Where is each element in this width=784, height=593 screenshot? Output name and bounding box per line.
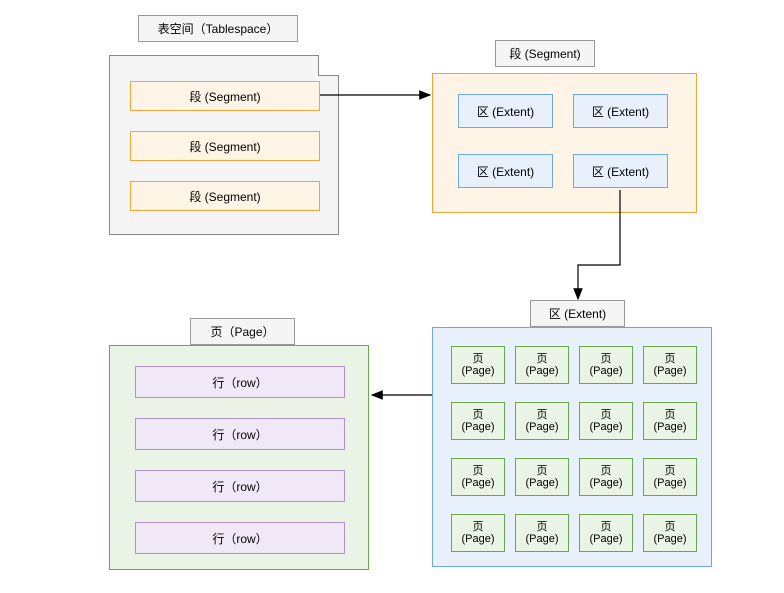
page-item: 页(Page) [579,346,633,384]
page-label-top: 页 [665,409,676,421]
page-label-bottom: (Page) [525,533,558,545]
page-label-top: 页 [601,521,612,533]
page-label-bottom: (Page) [461,365,494,377]
extent-item: 区 (Extent) [573,154,668,188]
row-item: 行（row） [135,366,345,398]
page-item: 页(Page) [515,514,569,552]
page-item: 页(Page) [515,458,569,496]
row-item: 行（row） [135,522,345,554]
page-label-bottom: (Page) [461,421,494,433]
page-item: 页(Page) [451,346,505,384]
page-label-top: 页 [601,465,612,477]
page-label-bottom: (Page) [653,533,686,545]
page-label-top: 页 [473,409,484,421]
page-label-bottom: (Page) [461,477,494,489]
page-item: 页(Page) [579,402,633,440]
page-label-top: 页 [665,465,676,477]
tablespace-title: 表空间（Tablespace） [138,15,298,42]
page-label-top: 页 [665,353,676,365]
page-label-bottom: (Page) [589,533,622,545]
page-label-bottom: (Page) [525,365,558,377]
row-item: 行（row） [135,470,345,502]
extent-container: 页(Page) 页(Page) 页(Page) 页(Page) 页(Page) … [432,327,712,567]
page-label-top: 页 [601,409,612,421]
page-label-top: 页 [537,409,548,421]
page-item: 页(Page) [579,458,633,496]
page-label-bottom: (Page) [653,421,686,433]
page-label-bottom: (Page) [589,365,622,377]
page-label-bottom: (Page) [525,477,558,489]
page-label-top: 页 [665,521,676,533]
segment-item: 段 (Segment) [130,181,320,211]
page-item: 页(Page) [579,514,633,552]
extent-item: 区 (Extent) [458,154,553,188]
row-item: 行（row） [135,418,345,450]
page-item: 页(Page) [643,346,697,384]
page-item: 页(Page) [643,458,697,496]
page-label-bottom: (Page) [653,365,686,377]
tablespace-container: 段 (Segment) 段 (Segment) 段 (Segment) [109,55,339,235]
page-label-top: 页 [537,353,548,365]
page-label-bottom: (Page) [525,421,558,433]
page-label-bottom: (Page) [461,533,494,545]
extent-item: 区 (Extent) [573,94,668,128]
page-label-bottom: (Page) [653,477,686,489]
segment-item: 段 (Segment) [130,131,320,161]
page-title: 页（Page） [190,318,295,345]
page-item: 页(Page) [451,458,505,496]
extent-title: 区 (Extent) [530,300,625,327]
page-label-top: 页 [473,521,484,533]
page-item: 页(Page) [515,346,569,384]
page-label-top: 页 [473,465,484,477]
page-label-top: 页 [537,465,548,477]
page-label-top: 页 [601,353,612,365]
segment-title: 段 (Segment) [495,40,595,67]
page-item: 页(Page) [515,402,569,440]
page-label-bottom: (Page) [589,477,622,489]
page-item: 页(Page) [451,402,505,440]
segment-container: 区 (Extent) 区 (Extent) 区 (Extent) 区 (Exte… [432,73,697,213]
page-item: 页(Page) [643,514,697,552]
page-item: 页(Page) [643,402,697,440]
page-container: 行（row） 行（row） 行（row） 行（row） [109,345,369,570]
page-label-bottom: (Page) [589,421,622,433]
page-label-top: 页 [537,521,548,533]
extent-item: 区 (Extent) [458,94,553,128]
page-label-top: 页 [473,353,484,365]
segment-item: 段 (Segment) [130,81,320,111]
page-item: 页(Page) [451,514,505,552]
